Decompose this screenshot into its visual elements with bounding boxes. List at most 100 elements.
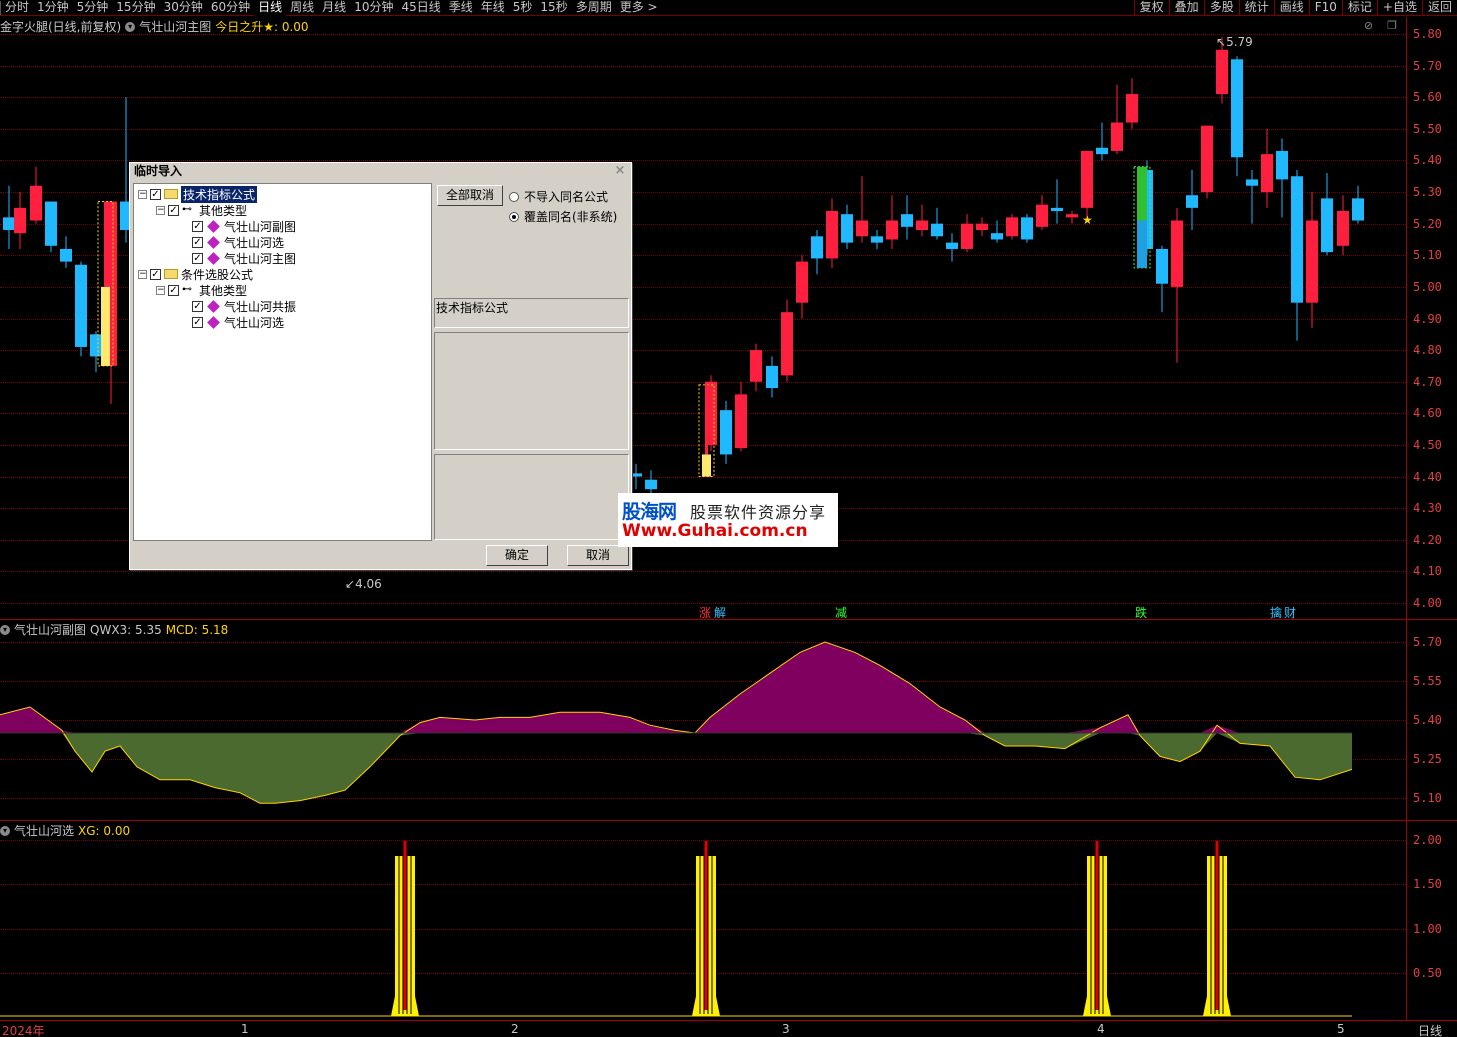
radio-label: 不导入同名公式 — [524, 190, 609, 204]
tree-node-main-chart[interactable]: ✓ 气壮山河主图 — [192, 250, 296, 266]
candle-body — [1066, 214, 1078, 218]
candle-body — [1096, 147, 1108, 155]
candle-body — [811, 236, 823, 259]
candle-body — [60, 248, 72, 262]
radio-overwrite[interactable]: 覆盖同名(非系统) — [509, 208, 617, 225]
collapse-icon[interactable]: − — [138, 269, 147, 279]
main-price-axis: 5.80 5.70 5.60 5.50 5.40 5.30 5.20 5.10 5.00 4.90… — [1406, 17, 1457, 620]
checkbox-icon[interactable]: ✓ — [168, 204, 179, 216]
candle-body — [1186, 195, 1198, 208]
tree-node-select-2[interactable]: ✓ 气壮山河选 — [192, 314, 284, 330]
tree-label: 条件选股公式 — [181, 267, 254, 282]
sub2-axis: 2.00 1.50 1.00 0.50 — [1406, 821, 1457, 1021]
radio-no-import[interactable]: 不导入同名公式 — [509, 188, 608, 205]
candle-body — [3, 217, 15, 230]
dialog-titlebar: 临时导入 × — [130, 163, 631, 180]
candle-body — [1306, 220, 1318, 303]
candle-body — [1171, 220, 1183, 287]
tree-node-tech-formula[interactable]: − ✓ 技术指标公式 — [138, 185, 258, 203]
candle-body — [871, 236, 883, 243]
sub1-indicator-name[interactable]: 气壮山河副图 — [14, 621, 86, 638]
radio-selected-icon[interactable] — [509, 211, 519, 222]
cancel-all-button[interactable]: 全部取消 — [437, 185, 503, 206]
highlight-candle — [101, 286, 110, 366]
highlight-candle — [104, 201, 107, 287]
signal-jian: 减 — [835, 606, 848, 620]
candle-body — [976, 223, 988, 230]
candle-body — [781, 312, 793, 376]
formula-diamond-icon — [207, 235, 220, 249]
sub2-tick-label: 1.50 — [1413, 877, 1442, 892]
tree-node-other-type-1[interactable]: − ✓ ⊷ 其他类型 — [156, 202, 247, 218]
tree-node-condition-formula[interactable]: − ✓ 条件选股公式 — [138, 266, 253, 282]
candle-body — [14, 207, 26, 234]
x-period-label[interactable]: 日线 — [1418, 1022, 1442, 1037]
main-tick-label: 4.70 — [1413, 374, 1442, 389]
signal-cai: 财 — [1284, 606, 1297, 620]
close-icon[interactable]: × — [613, 164, 627, 178]
sub1-axis: 5.70 5.55 5.40 5.25 5.10 — [1406, 620, 1457, 820]
key-icon: ⊷ — [182, 204, 192, 215]
xg-value: XG: 0.00 — [78, 823, 131, 838]
main-tick-label: 5.20 — [1413, 216, 1442, 231]
main-tick-label: 4.80 — [1413, 343, 1442, 358]
collapse-icon[interactable]: − — [138, 189, 147, 199]
main-tick-label: 4.40 — [1413, 469, 1442, 484]
tree-label: 技术指标公式 — [181, 185, 258, 203]
signal-qin: 擒 — [1270, 606, 1283, 620]
main-tick-label: 5.60 — [1413, 90, 1442, 105]
candle-body — [720, 410, 732, 455]
main-tick-label: 5.10 — [1413, 248, 1442, 263]
watermark-slogan: 股票软件资源分享 — [690, 503, 827, 522]
toolbar-button-8[interactable]: 返回 — [1421, 0, 1457, 16]
checkbox-icon[interactable]: ✓ — [168, 284, 179, 296]
x-label-2: 2 — [511, 1022, 519, 1036]
sub2-menu-icon[interactable]: ▾ — [0, 825, 10, 836]
x-label-3: 3 — [782, 1022, 790, 1036]
collapse-icon[interactable]: − — [156, 285, 165, 295]
main-tick-label: 5.50 — [1413, 121, 1442, 136]
candle-body — [45, 201, 57, 246]
main-tick-label: 4.00 — [1413, 596, 1442, 610]
x-label-1: 1 — [241, 1022, 249, 1036]
checkbox-icon[interactable]: ✓ — [192, 220, 203, 232]
main-tick-label: 4.20 — [1413, 532, 1442, 547]
x-label-4: 4 — [1097, 1022, 1105, 1036]
checkbox-icon[interactable]: ✓ — [192, 252, 203, 264]
detail-box — [434, 454, 629, 540]
candle-body — [1156, 248, 1168, 284]
key-icon: ⊷ — [182, 284, 192, 295]
sub2-indicator-name[interactable]: 气壮山河选 — [14, 822, 74, 839]
candle-body — [30, 185, 42, 221]
sub2-title: ▾ 气壮山河选 XG: 0.00 — [0, 822, 130, 839]
tree-node-resonance[interactable]: ✓ 气壮山河共振 — [192, 298, 296, 314]
candle-body — [1081, 150, 1093, 208]
cancel-button[interactable]: 取消 — [567, 545, 629, 566]
candle-body — [1201, 125, 1213, 193]
qwx3-value: QWX3: 5.35 — [90, 622, 162, 637]
candle-body — [886, 220, 898, 240]
candle-body — [931, 223, 943, 237]
checkbox-icon[interactable]: ✓ — [192, 316, 203, 328]
signal-die: 跌 — [1135, 606, 1148, 620]
tree-node-sub-chart[interactable]: ✓ 气壮山河副图 — [192, 218, 296, 234]
checkbox-icon[interactable]: ✓ — [150, 268, 161, 280]
checkbox-icon[interactable]: ✓ — [192, 236, 203, 248]
watermark-brand: 股海网 — [622, 501, 677, 523]
ok-button[interactable]: 确定 — [486, 545, 548, 566]
formula-diamond-icon — [207, 315, 220, 329]
radio-icon[interactable] — [509, 191, 519, 202]
star-marker-icon: ★ — [1082, 213, 1093, 227]
sub1-menu-icon[interactable]: ▾ — [0, 624, 10, 635]
collapse-icon[interactable]: − — [156, 205, 165, 215]
tree-label: 气壮山河共振 — [224, 299, 297, 314]
checkbox-icon[interactable]: ✓ — [150, 188, 161, 200]
candle-body — [735, 394, 747, 449]
tree-node-other-type-2[interactable]: − ✓ ⊷ 其他类型 — [156, 282, 247, 298]
tree-label: 气壮山河主图 — [224, 251, 297, 266]
candle-body — [796, 261, 808, 303]
candle-body — [991, 233, 1003, 240]
candle-body — [1051, 207, 1063, 212]
tree-node-select[interactable]: ✓ 气壮山河选 — [192, 234, 284, 250]
checkbox-icon[interactable]: ✓ — [192, 300, 203, 312]
